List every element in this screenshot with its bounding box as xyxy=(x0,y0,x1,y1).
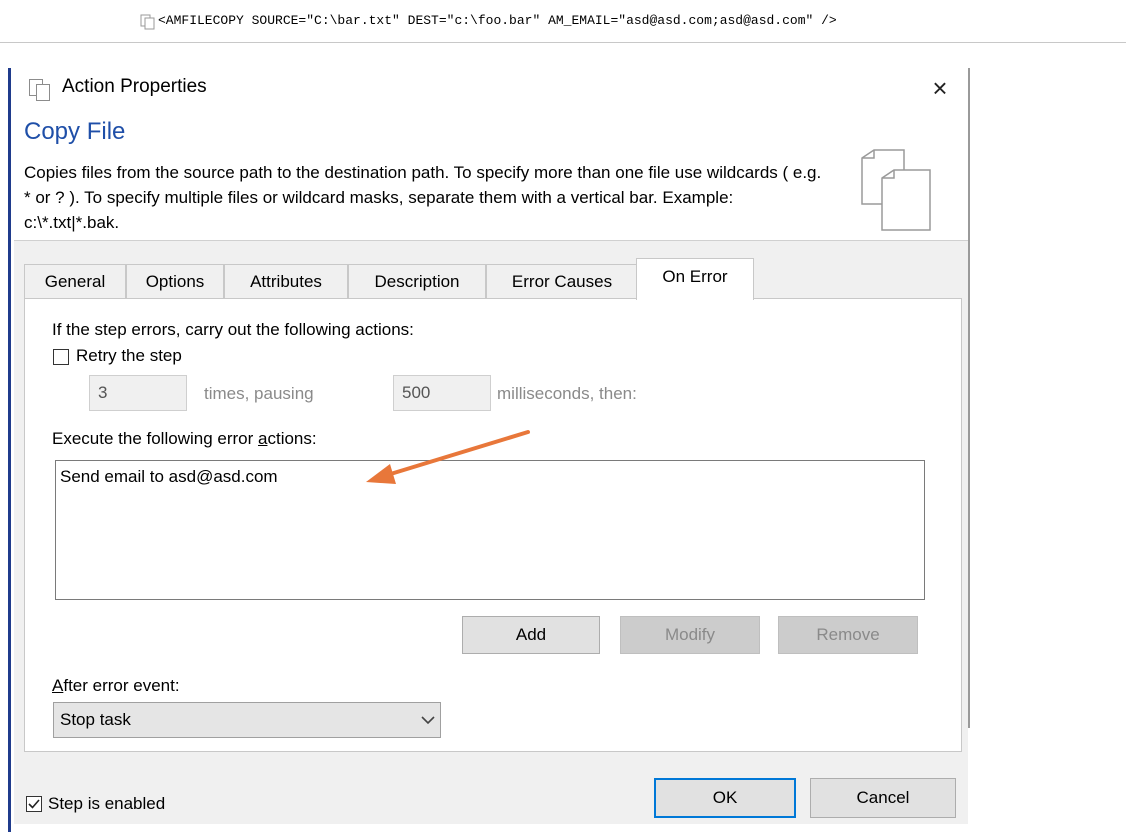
error-actions-label-text: ctions: xyxy=(267,429,317,448)
error-actions-label: Execute the following error actions: xyxy=(52,429,317,449)
after-error-select[interactable]: Stop task xyxy=(53,702,441,738)
copy-file-icon xyxy=(861,149,931,231)
tab-options[interactable]: Options xyxy=(126,264,224,298)
on-error-intro: If the step errors, carry out the follow… xyxy=(52,320,414,339)
tab-error-causes[interactable]: Error Causes xyxy=(486,264,638,298)
annotation-arrow-icon xyxy=(366,430,530,484)
checkmark-icon xyxy=(28,799,40,809)
after-error-accelerator: A xyxy=(52,676,64,695)
copy-file-icon xyxy=(140,14,155,30)
close-button[interactable]: × xyxy=(918,68,962,108)
add-button[interactable]: Add xyxy=(462,616,600,654)
after-error-selected-value: Stop task xyxy=(60,710,131,729)
error-actions-label-text: Execute the following error xyxy=(52,429,258,448)
window-edge-right xyxy=(968,68,970,728)
step-enabled-label: Step is enabled xyxy=(48,794,166,813)
times-label: times, pausing xyxy=(204,384,314,403)
tab-general[interactable]: General xyxy=(24,264,126,298)
code-text: <AMFILECOPY SOURCE="C:\bar.txt" DEST="c:… xyxy=(158,13,837,28)
window-title: Action Properties xyxy=(62,76,207,97)
after-error-label: After error event: xyxy=(52,676,180,696)
modify-button[interactable]: Modify xyxy=(620,616,760,654)
action-properties-dialog: Action Properties × Copy File Copies fil… xyxy=(14,66,968,824)
step-enabled-checkbox[interactable] xyxy=(26,796,42,812)
tab-attributes[interactable]: Attributes xyxy=(224,264,348,298)
tab-description[interactable]: Description xyxy=(348,264,486,298)
code-line: <AMFILECOPY SOURCE="C:\bar.txt" DEST="c:… xyxy=(0,0,1126,43)
list-item[interactable]: Send email to asd@asd.com xyxy=(60,467,278,487)
dialog-header: Copy File Copies files from the source p… xyxy=(14,110,968,241)
chevron-down-icon xyxy=(421,716,435,725)
ok-button[interactable]: OK xyxy=(654,778,796,818)
retry-pause-input[interactable]: 500 xyxy=(393,375,491,411)
retry-label: Retry the step xyxy=(76,346,182,365)
remove-button[interactable]: Remove xyxy=(778,616,918,654)
title-bar[interactable]: Action Properties × xyxy=(14,66,968,110)
after-error-label-text: fter error event: xyxy=(63,676,180,695)
window-edge-left xyxy=(8,68,11,832)
retry-checkbox[interactable] xyxy=(53,349,69,365)
action-heading: Copy File xyxy=(24,118,126,145)
copy-file-icon xyxy=(29,79,50,101)
retry-times-input[interactable]: 3 xyxy=(89,375,187,411)
milliseconds-label: milliseconds, then: xyxy=(497,384,637,403)
tab-on-error[interactable]: On Error xyxy=(636,258,754,300)
cancel-button[interactable]: Cancel xyxy=(810,778,956,818)
action-description: Copies files from the source path to the… xyxy=(24,163,822,232)
